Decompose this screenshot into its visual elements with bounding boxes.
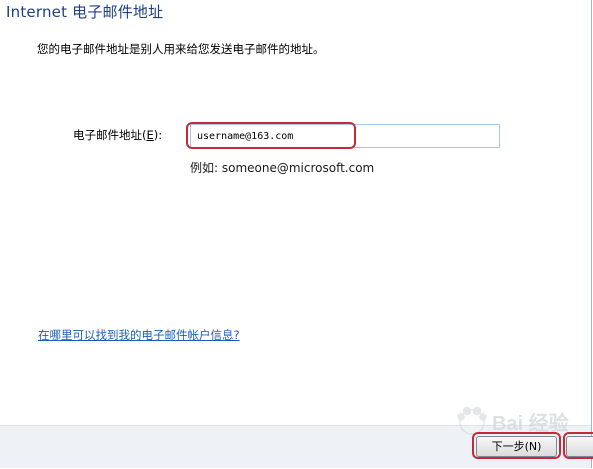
next-button[interactable]: 下一步(N) <box>476 436 557 457</box>
wizard-title: Internet 电子邮件地址 <box>6 3 164 21</box>
wizard-window: Internet 电子邮件地址 您的电子邮件地址是别人用来给您发送电子邮件的地址… <box>0 0 593 468</box>
email-example-text: 例如: someone@microsoft.com <box>190 161 375 175</box>
instruction-text: 您的电子邮件地址是别人用来给您发送电子邮件的地址。 <box>37 42 325 56</box>
email-label-hotkey: E <box>146 128 154 142</box>
email-label-suffix: ): <box>153 128 163 142</box>
account-info-help-link[interactable]: 在哪里可以找到我的电子邮件帐户信息? <box>38 327 240 343</box>
email-input[interactable] <box>190 124 500 148</box>
cancel-button[interactable] <box>566 436 593 457</box>
email-label-prefix: 电子邮件地址( <box>73 128 147 142</box>
email-label: 电子邮件地址(E): <box>73 127 162 143</box>
